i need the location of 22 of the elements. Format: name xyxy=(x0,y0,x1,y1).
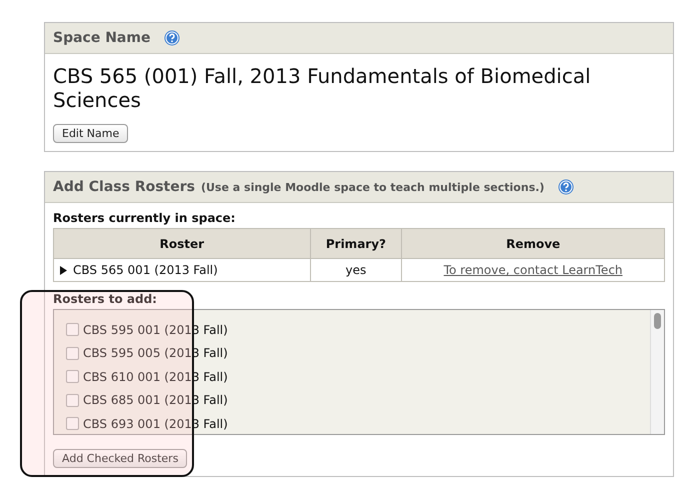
column-header: Primary? xyxy=(310,228,402,258)
panel-title: Add Class Rosters xyxy=(53,179,195,195)
space-title: CBS 565 (001) Fall, 2013 Fundamentals of Biomedical Sciences xyxy=(53,64,592,112)
help-icon[interactable] xyxy=(558,179,574,195)
checkbox[interactable] xyxy=(66,417,79,430)
table-cell: CBS 565 001 (2013 Fall) xyxy=(73,263,218,277)
add-rosters-button[interactable]: Add Checked Rosters xyxy=(53,449,188,468)
panel-title: Space Name xyxy=(53,30,150,46)
checkbox[interactable] xyxy=(66,346,79,360)
edit-name-button[interactable]: Edit Name xyxy=(53,124,128,143)
checkbox[interactable] xyxy=(66,323,79,336)
section-label: Rosters to add: xyxy=(53,292,158,306)
checkbox[interactable] xyxy=(66,394,79,407)
scrollbar[interactable] xyxy=(650,310,664,434)
help-icon[interactable] xyxy=(164,30,180,46)
panel-note: (Use a single Moodle space to teach multiple sections.) xyxy=(200,180,544,194)
expand-icon[interactable] xyxy=(60,266,67,274)
checkbox[interactable] xyxy=(66,370,79,384)
column-header: Roster xyxy=(54,228,310,258)
section-label: Rosters currently in space: xyxy=(53,211,236,225)
column-header: Remove xyxy=(402,228,664,258)
table-cell: yes xyxy=(310,258,402,282)
